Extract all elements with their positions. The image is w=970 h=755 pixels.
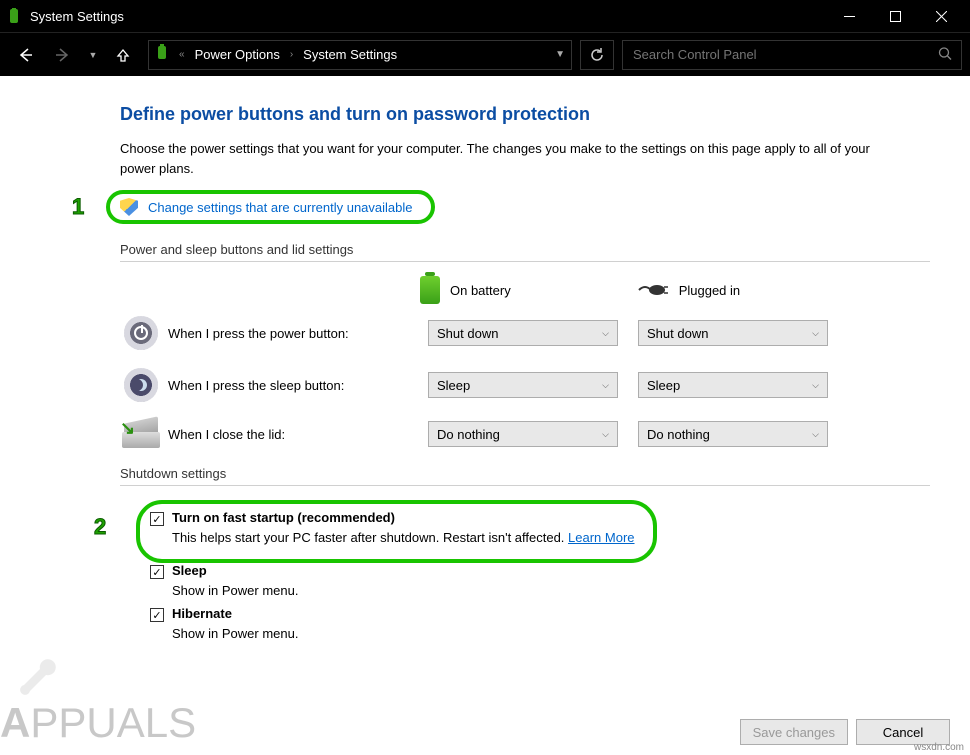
chevron-down-icon: ⌵ (812, 429, 819, 440)
sleep-checkbox-desc: Show in Power menu. (172, 583, 930, 598)
watermark-rest: PPUALS (30, 699, 196, 746)
chevron-down-icon: ⌵ (602, 328, 609, 339)
hibernate-checkbox[interactable]: ✓ (150, 608, 164, 622)
change-settings-link[interactable]: Change settings that are currently unava… (148, 200, 413, 215)
fast-startup-checkbox[interactable]: ✓ (150, 512, 164, 526)
power-button-row: When I press the power button: Shut down… (120, 316, 930, 350)
window-root: System Settings ▼ « Power Options › Syst… (0, 0, 970, 755)
search-input[interactable] (622, 40, 962, 70)
fast-startup-row: ✓ Turn on fast startup (recommended) (150, 510, 635, 526)
chevron-down-icon: ⌵ (812, 328, 819, 339)
group-shutdown-label: Shutdown settings (120, 466, 930, 481)
lid-plugged-dropdown[interactable]: Do nothing ⌵ (638, 421, 828, 447)
chevron-icon: « (179, 49, 185, 60)
group-buttons-label: Power and sleep buttons and lid settings (120, 242, 930, 257)
annotation-number-2: 2 (94, 514, 106, 540)
fast-startup-desc: This helps start your PC faster after sh… (172, 530, 635, 545)
search-icon (938, 46, 952, 63)
battery-icon (420, 276, 440, 304)
minimize-button[interactable] (826, 0, 872, 32)
annotation-ring-2: ✓ Turn on fast startup (recommended) Thi… (136, 500, 657, 563)
page-heading: Define power buttons and turn on passwor… (120, 104, 930, 125)
chevron-down-icon: ⌵ (602, 429, 609, 440)
plugged-in-label: Plugged in (679, 283, 740, 298)
chevron-down-icon: ⌵ (602, 380, 609, 391)
sleep-battery-value: Sleep (437, 378, 470, 393)
chevron-right-icon: › (290, 49, 293, 60)
attribution-text: wsxdn.com (914, 742, 964, 753)
power-button-icon (120, 316, 162, 350)
lid-battery-value: Do nothing (437, 427, 500, 442)
maximize-button[interactable] (872, 0, 918, 32)
learn-more-link[interactable]: Learn More (568, 530, 634, 545)
fast-startup-desc-text: This helps start your PC faster after sh… (172, 530, 568, 545)
hibernate-checkbox-label: Hibernate (172, 606, 232, 621)
annotation-number-1: 1 (72, 194, 84, 220)
page-description: Choose the power settings that you want … (120, 139, 880, 178)
watermark-wrench-icon (14, 655, 60, 701)
on-battery-header: On battery (420, 276, 511, 304)
sleep-button-row: When I press the sleep button: Sleep ⌵ Sl… (120, 368, 930, 402)
fast-startup-label: Turn on fast startup (recommended) (172, 510, 395, 525)
save-changes-button[interactable]: Save changes (740, 719, 848, 745)
plugged-in-header: Plugged in (637, 282, 740, 298)
power-button-label: When I press the power button: (168, 326, 428, 341)
up-button[interactable] (106, 40, 140, 70)
sleep-checkbox-label: Sleep (172, 563, 207, 578)
power-plugged-value: Shut down (647, 326, 708, 341)
plug-icon (637, 282, 669, 298)
annotation-2: 2 ✓ Turn on fast startup (recommended) T… (136, 500, 930, 563)
group-divider-2 (120, 485, 930, 486)
breadcrumb-system-settings[interactable]: System Settings (303, 47, 397, 62)
breadcrumb-power-options[interactable]: Power Options (195, 47, 280, 62)
titlebar: System Settings (0, 0, 970, 32)
shield-icon (120, 198, 138, 216)
lid-icon: ↘ (120, 420, 162, 448)
sleep-plugged-dropdown[interactable]: Sleep ⌵ (638, 372, 828, 398)
sleep-checkbox[interactable]: ✓ (150, 565, 164, 579)
sleep-checkbox-group: ✓ Sleep Show in Power menu. ✓ Hibernate … (150, 563, 930, 641)
window-title: System Settings (30, 9, 826, 24)
content-area: Define power buttons and turn on passwor… (0, 76, 970, 755)
on-battery-label: On battery (450, 283, 511, 298)
hibernate-checkbox-desc: Show in Power menu. (172, 626, 930, 641)
column-headers: On battery Plugged in (420, 276, 930, 304)
forward-button[interactable] (46, 40, 80, 70)
power-battery-dropdown[interactable]: Shut down ⌵ (428, 320, 618, 346)
refresh-button[interactable] (580, 40, 614, 70)
annotation-1: 1 Change settings that are currently una… (106, 190, 435, 224)
group-divider-1 (120, 261, 930, 262)
watermark-a: A (0, 699, 30, 746)
lid-battery-dropdown[interactable]: Do nothing ⌵ (428, 421, 618, 447)
battery-address-icon (155, 43, 169, 66)
shutdown-group: Shutdown settings 2 ✓ Turn on fast start… (120, 466, 930, 641)
back-button[interactable] (8, 40, 42, 70)
address-bar[interactable]: « Power Options › System Settings ▼ (148, 40, 572, 70)
power-plugged-dropdown[interactable]: Shut down ⌵ (638, 320, 828, 346)
sleep-button-label: When I press the sleep button: (168, 378, 428, 393)
chevron-down-icon: ⌵ (812, 380, 819, 391)
sleep-plugged-value: Sleep (647, 378, 680, 393)
sleep-battery-dropdown[interactable]: Sleep ⌵ (428, 372, 618, 398)
lid-row: ↘ When I close the lid: Do nothing ⌵ Do n… (120, 420, 930, 448)
sleep-button-icon (120, 368, 162, 402)
lid-plugged-value: Do nothing (647, 427, 710, 442)
search-wrap (618, 40, 962, 70)
power-battery-value: Shut down (437, 326, 498, 341)
lid-label: When I close the lid: (168, 427, 428, 442)
recent-dropdown[interactable]: ▼ (84, 40, 102, 70)
annotation-ring-1: Change settings that are currently unava… (106, 190, 435, 224)
watermark-text: APPUALS (0, 699, 196, 747)
navbar: ▼ « Power Options › System Settings ▼ (0, 32, 970, 76)
close-button[interactable] (918, 0, 964, 32)
app-icon (6, 8, 22, 24)
address-expand-icon[interactable]: ▼ (555, 49, 565, 60)
